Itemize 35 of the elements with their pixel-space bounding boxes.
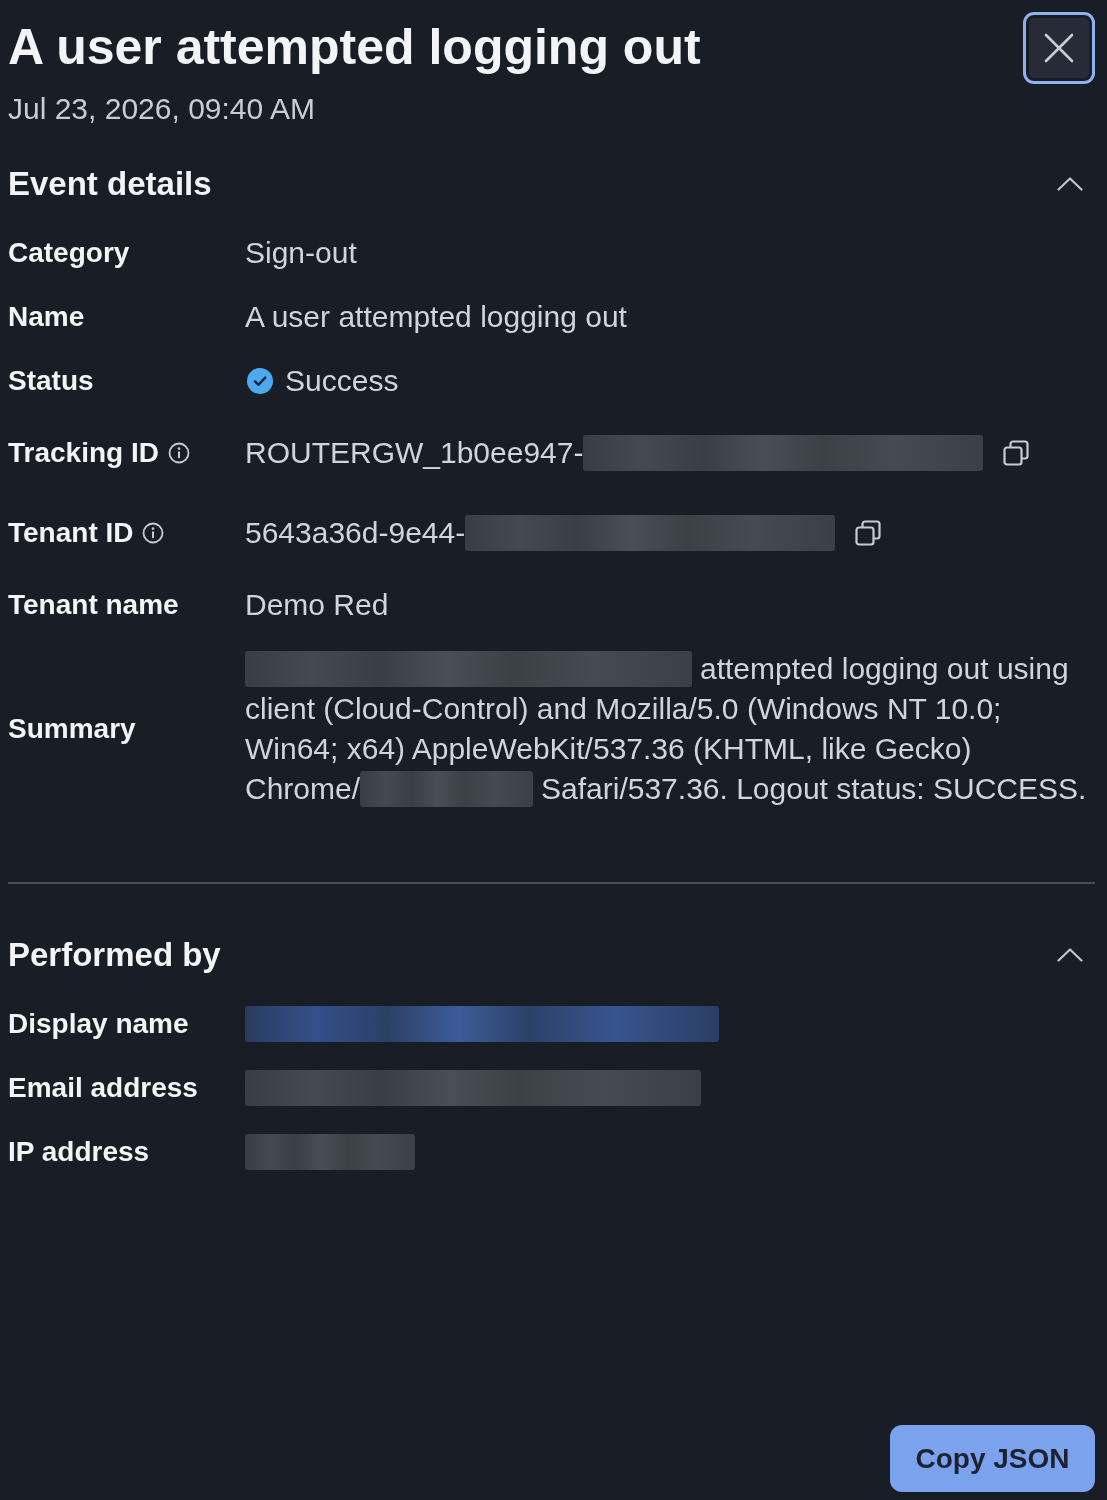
copy-icon[interactable]	[855, 520, 882, 546]
field-label: Tenant name	[8, 589, 179, 621]
info-icon[interactable]	[142, 522, 165, 544]
copy-json-button[interactable]: Copy JSON	[890, 1425, 1095, 1492]
summary-text: Win64; x64) AppleWebKit/537.36 (KHTML, like Gecko)	[245, 731, 972, 767]
field-label: Email address	[8, 1072, 198, 1104]
check-circle-icon	[247, 368, 273, 394]
summary-text: Safari/537.36. Logout status: SUCCESS.	[541, 771, 1087, 807]
field-label: Display name	[8, 1008, 189, 1040]
chevron-up-icon[interactable]	[1057, 948, 1083, 962]
field-label: Tenant ID	[8, 517, 134, 549]
close-button[interactable]	[1023, 12, 1095, 84]
section-title: Performed by	[8, 936, 221, 974]
field-label: IP address	[8, 1136, 150, 1168]
field-label: Category	[8, 237, 130, 269]
field-value: ROUTERGW_1b0ee947-	[245, 435, 584, 471]
summary-text: client (Cloud-Control) and Mozilla/5.0 (Windows NT 10.0;	[245, 691, 1002, 727]
field-value: Sign-out	[245, 235, 357, 271]
field-label: Status	[8, 365, 94, 397]
event-timestamp: Jul 23, 2026, 09:40 AM	[8, 91, 316, 127]
field-label: Name	[8, 301, 85, 333]
field-label: Summary	[8, 713, 136, 745]
field-value: A user attempted logging out	[245, 299, 627, 335]
status-value: Success	[285, 363, 399, 399]
field-value: 5643a36d-9e44-	[245, 515, 466, 551]
section-title: Event details	[8, 165, 212, 203]
summary-text: attempted logging out using	[700, 651, 1069, 687]
field-value: Demo Red	[245, 587, 389, 623]
info-icon[interactable]	[167, 442, 190, 464]
close-icon	[1044, 33, 1074, 63]
event-title: A user attempted logging out	[8, 19, 701, 75]
field-label: Tracking ID	[8, 437, 159, 469]
summary-text: Chrome/	[245, 771, 361, 807]
chevron-up-icon[interactable]	[1057, 177, 1083, 191]
copy-icon[interactable]	[1003, 440, 1030, 466]
